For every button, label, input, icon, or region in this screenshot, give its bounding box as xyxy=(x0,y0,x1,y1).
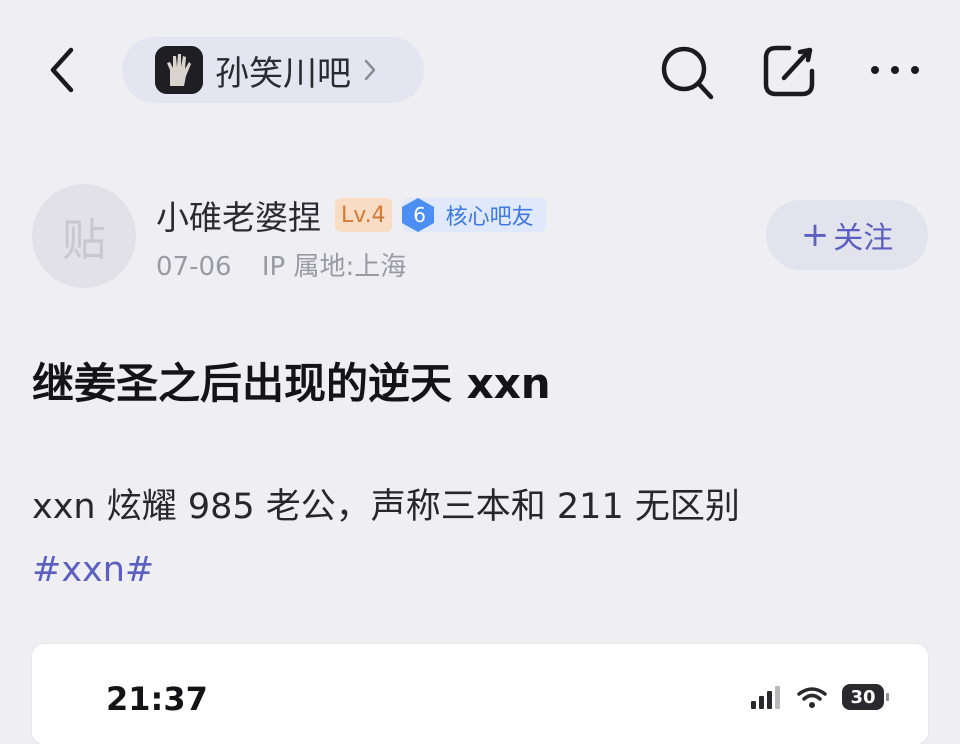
author-info: 小碓老婆捏 Lv.4 6 核心吧友 xyxy=(156,193,546,237)
level-badge: Lv.4 xyxy=(335,198,392,232)
embedded-status-time: 21:37 xyxy=(106,680,208,718)
chevron-right-icon xyxy=(363,57,377,83)
post-date: 07-06 xyxy=(156,252,232,282)
embedded-status-icons: 30 xyxy=(750,684,889,710)
wifi-icon xyxy=(797,687,827,708)
plus-icon: + xyxy=(800,215,830,255)
search-button[interactable] xyxy=(654,40,720,106)
back-button[interactable] xyxy=(36,44,88,96)
share-button[interactable] xyxy=(756,38,822,104)
embedded-screenshot[interactable]: 21:37 30 xyxy=(32,644,928,744)
follow-button[interactable]: + 关注 xyxy=(766,200,928,270)
forum-avatar xyxy=(155,46,203,94)
core-member-badge: 6 核心吧友 xyxy=(401,198,546,232)
author-avatar[interactable]: 贴 xyxy=(32,184,136,288)
more-button[interactable] xyxy=(862,48,928,92)
core-level-number: 6 xyxy=(413,203,426,227)
ip-location: IP 属地:上海 xyxy=(261,252,407,282)
core-badge-label: 核心吧友 xyxy=(445,205,534,230)
post-body: xxn 炫耀 985 老公，声称三本和 211 无区别 xyxy=(32,487,740,527)
search-icon xyxy=(661,46,714,100)
signal-icon xyxy=(751,686,780,709)
follow-label: 关注 xyxy=(833,221,894,256)
post-title: 继姜圣之后出现的逆天 xxn xyxy=(32,359,551,408)
forum-name: 孙笑川吧 xyxy=(215,53,351,94)
more-icon xyxy=(871,66,919,74)
share-icon xyxy=(763,45,815,97)
post-meta: 07-06 IP 属地:上海 xyxy=(156,246,406,283)
post-hashtag[interactable]: #xxn# xyxy=(32,550,154,590)
forum-pill[interactable]: 孙笑川吧 xyxy=(122,37,424,103)
avatar-placeholder-text: 贴 xyxy=(62,215,106,266)
author-name[interactable]: 小碓老婆捏 xyxy=(156,191,321,239)
back-arrow-icon xyxy=(50,47,74,93)
hand-icon xyxy=(155,46,203,94)
battery-icon: 30 xyxy=(842,684,889,710)
